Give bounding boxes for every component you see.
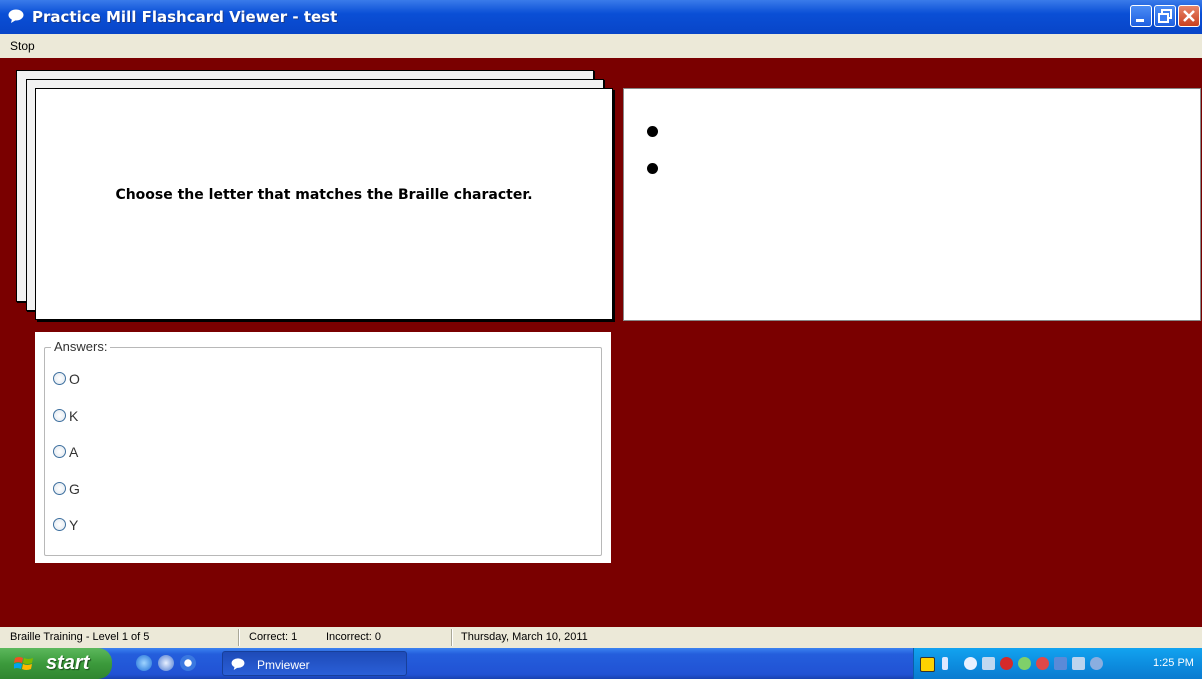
answer-label: O — [69, 371, 80, 387]
flashcard: Choose the letter that matches the Brail… — [35, 88, 613, 320]
radio-icon[interactable] — [53, 445, 66, 458]
help-icon[interactable] — [920, 657, 935, 672]
answers-legend: Answers: — [51, 339, 111, 354]
security-icon[interactable] — [1036, 657, 1049, 670]
braille-dot — [647, 126, 658, 137]
radio-icon[interactable] — [53, 482, 66, 495]
status-incorrect: Incorrect: 0 — [326, 631, 382, 643]
braille-panel — [623, 88, 1201, 321]
windows-flag-icon — [14, 657, 33, 670]
braille-dot — [647, 163, 658, 174]
minimize-button[interactable] — [1130, 5, 1152, 27]
status-correct: Correct: 1 — [249, 631, 298, 643]
volume-icon[interactable] — [982, 657, 995, 670]
restore-button[interactable] — [1154, 5, 1176, 27]
answers-group: Answers: O K A G Y — [44, 339, 602, 556]
question-text: Choose the letter that matches the Brail… — [115, 187, 533, 203]
antivirus-icon[interactable] — [1000, 657, 1013, 670]
status-separator — [451, 629, 453, 646]
status-separator — [238, 629, 240, 646]
email-icon[interactable] — [158, 655, 174, 671]
tray-arrow-icon[interactable] — [942, 657, 948, 670]
status-bar: Braille Training - Level 1 of 5 Correct:… — [0, 627, 1202, 648]
menu-bar: Stop — [0, 34, 1202, 58]
network-icon[interactable] — [1018, 657, 1031, 670]
radio-icon[interactable] — [53, 372, 66, 385]
taskbar: start Pmviewer 1:25 PM — [0, 648, 1202, 679]
taskbar-item-label: Pmviewer — [257, 658, 310, 672]
radio-icon[interactable] — [53, 409, 66, 422]
answer-option-g[interactable]: G — [53, 481, 80, 497]
start-label: start — [46, 652, 90, 674]
answer-label: G — [69, 481, 80, 497]
answer-option-a[interactable]: A — [53, 444, 78, 460]
status-date: Thursday, March 10, 2011 — [461, 631, 588, 643]
system-tray: 1:25 PM — [913, 648, 1202, 679]
restore-icon — [1158, 9, 1172, 23]
window-title: Practice Mill Flashcard Viewer - test — [32, 8, 338, 26]
answer-label: K — [69, 408, 79, 424]
media-player-icon[interactable] — [180, 655, 196, 671]
minimize-icon — [1136, 19, 1144, 22]
connection-icon[interactable] — [1054, 657, 1067, 670]
close-button[interactable] — [1178, 5, 1200, 27]
update-icon[interactable] — [1090, 657, 1103, 670]
answer-option-y[interactable]: Y — [53, 517, 78, 533]
tray-expand-icon[interactable] — [964, 657, 977, 670]
status-training: Braille Training - Level 1 of 5 — [10, 631, 150, 643]
speech-bubble-icon — [231, 658, 245, 670]
answer-option-o[interactable]: O — [53, 371, 80, 387]
answer-label: Y — [69, 517, 79, 533]
answer-option-k[interactable]: K — [53, 408, 78, 424]
answers-panel: Answers: O K A G Y — [35, 332, 611, 563]
answer-label: A — [69, 444, 79, 460]
taskbar-item-pmviewer[interactable]: Pmviewer — [222, 651, 407, 676]
internet-explorer-icon[interactable] — [136, 655, 152, 671]
clock: 1:25 PM — [1153, 657, 1194, 669]
radio-icon[interactable] — [53, 518, 66, 531]
close-icon — [1183, 10, 1195, 22]
window-titlebar[interactable]: Practice Mill Flashcard Viewer - test — [0, 0, 1202, 34]
display-icon[interactable] — [1072, 657, 1085, 670]
speech-bubble-icon — [8, 9, 24, 23]
menu-stop[interactable]: Stop — [10, 39, 35, 53]
start-button[interactable]: start — [0, 648, 112, 679]
